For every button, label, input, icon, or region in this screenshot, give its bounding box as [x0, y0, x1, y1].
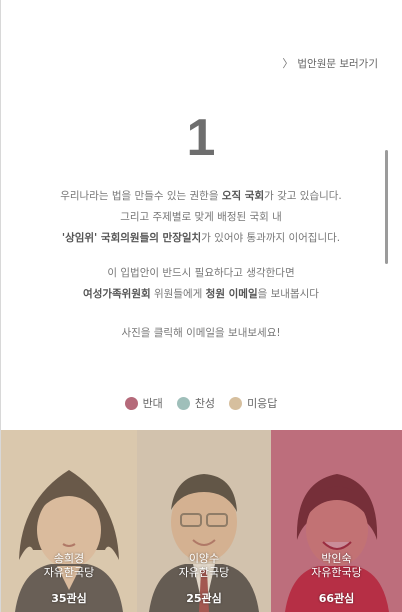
bill-number: 1: [186, 109, 216, 167]
member-interest: 35관심: [51, 592, 87, 605]
view-bill-link-label: 법안원문 보러가기: [297, 57, 378, 70]
legend-label: 반대: [142, 397, 163, 410]
chevron-right-icon: 〉: [282, 57, 294, 70]
member-card[interactable]: 이양수 자유한국당 25관심: [137, 430, 271, 612]
member-name: 박인숙: [321, 552, 352, 565]
intro-line-1: 우리나라는 법을 만들수 있는 권한을 오직 국회가 갖고 있습니다.: [60, 190, 342, 202]
intro-text: 우리나라는 법을 만들수 있는 권한을 오직 국회가 갖고 있습니다. 그리고 …: [0, 186, 402, 249]
legend-item-support: 찬성: [176, 395, 216, 411]
member-card[interactable]: 송희경 자유한국당 35관심: [1, 430, 137, 612]
member-cards: 송희경 자유한국당 35관심 이양수 자유한국당 25관심 박인숙 자유한국당 …: [1, 430, 402, 612]
member-interest: 25관심: [186, 592, 222, 605]
member-card[interactable]: 박인숙 자유한국당 66관심: [271, 430, 402, 612]
member-name: 이양수: [188, 552, 220, 565]
cta-text: 사진을 클릭해 이메일을 보내보세요!: [121, 327, 281, 339]
member-party: 자유한국당: [311, 566, 362, 579]
view-bill-link[interactable]: 〉 법안원문 보러가기: [282, 55, 378, 71]
legend-dot: [176, 396, 190, 410]
member-interest: 66관심: [318, 592, 355, 605]
intro-line-3: '상임위' 국회의원들의 만장일치가 있어야 통과까지 이어집니다.: [61, 232, 341, 244]
member-party: 자유한국당: [43, 566, 95, 579]
appeal-text: 이 입법안이 반드시 필요하다고 생각한다면 여성가족위원회 위원들에게 청원 …: [0, 263, 402, 305]
appeal-line-1: 이 입법안이 반드시 필요하다고 생각한다면: [107, 267, 295, 279]
legend-dot: [229, 396, 243, 410]
legend-item-no-response: 미응답: [229, 395, 277, 411]
legend-dot: [124, 396, 138, 410]
legend-label: 찬성: [194, 397, 216, 410]
intro-line-2: 그리고 주제별로 맞게 배정된 국회 내: [120, 211, 282, 223]
member-party: 자유한국당: [178, 566, 230, 579]
legend-label: 미응답: [247, 397, 278, 410]
appeal-line-2: 여성가족위원회 위원들에게 청원 이메일을 보내봅시다: [83, 288, 319, 300]
legend: 반대 찬성 미응답: [0, 395, 402, 411]
legend-item-oppose: 반대: [124, 395, 163, 411]
member-name: 송희경: [53, 552, 85, 565]
